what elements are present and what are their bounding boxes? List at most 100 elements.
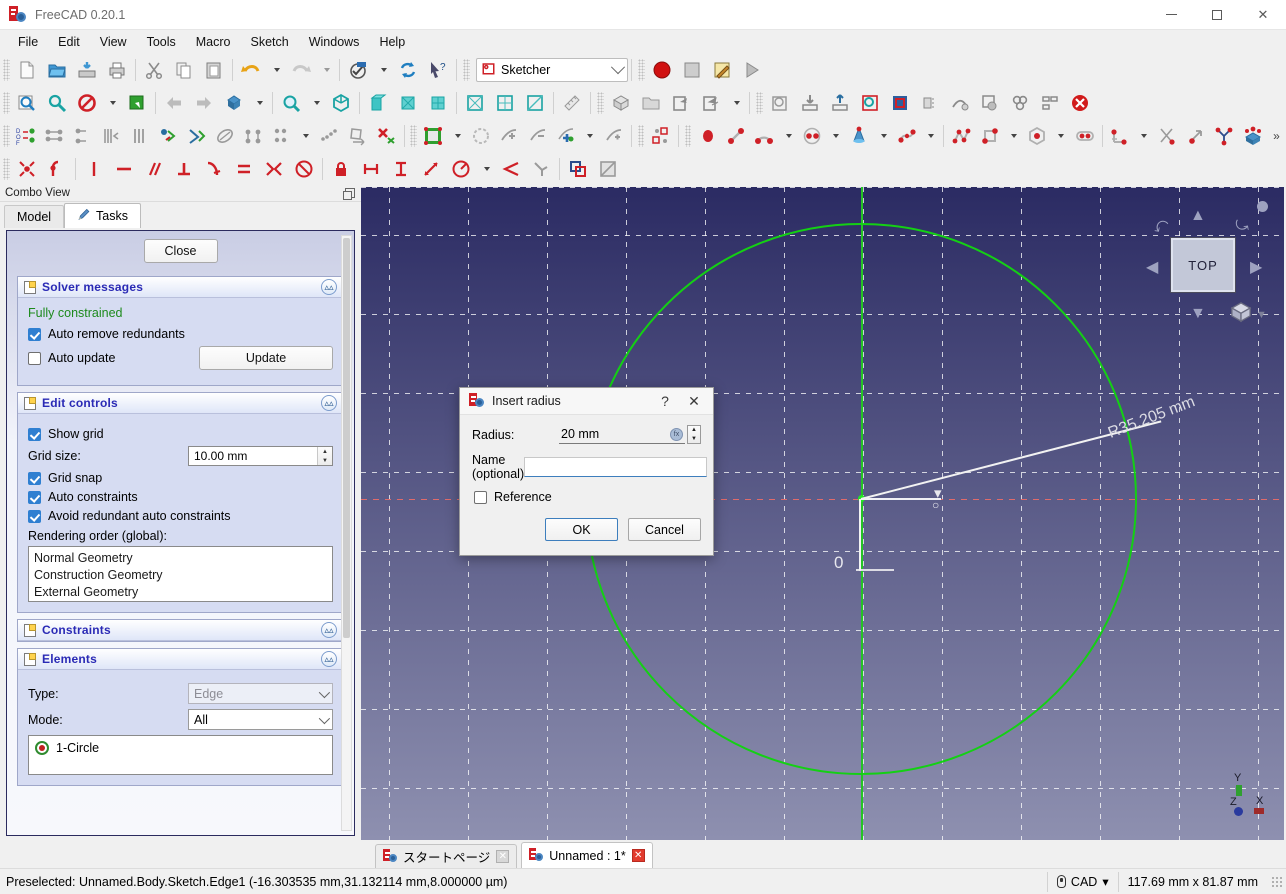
grid-snap-row[interactable]: Grid snap <box>28 471 333 485</box>
mirror-sketch-icon[interactable] <box>915 89 945 117</box>
create-polyline-icon[interactable] <box>947 122 975 150</box>
insert-radius-dialog[interactable]: Insert radius ? ✕ Radius: 20 mm fx ▲ ▼ Na… <box>459 387 714 556</box>
constrain-symmetric-icon[interactable] <box>259 155 289 183</box>
maximize-button[interactable] <box>1194 0 1240 30</box>
right-view-icon[interactable] <box>423 89 453 117</box>
solver-messages-header[interactable]: Solver messages ▵▵ <box>18 277 343 298</box>
menu-view[interactable]: View <box>90 32 137 52</box>
toolbar-grip[interactable] <box>638 58 645 81</box>
rectangular-array-icon[interactable] <box>315 122 343 150</box>
tasks-scrollbar[interactable] <box>341 235 352 831</box>
toolbar-grip[interactable] <box>463 58 470 81</box>
constrain-distance-y-icon[interactable] <box>386 155 416 183</box>
knot-dropdown[interactable] <box>580 122 599 150</box>
whats-this-button[interactable]: ? <box>423 56 453 84</box>
open-document-button[interactable] <box>42 56 72 84</box>
rectangle-dropdown[interactable] <box>1004 122 1023 150</box>
select-vertical-edges-icon[interactable] <box>69 122 97 150</box>
collapse-icon[interactable]: ▵▵ <box>321 279 337 295</box>
arc-dropdown[interactable] <box>779 122 798 150</box>
menu-file[interactable]: File <box>8 32 48 52</box>
back-arrow-icon[interactable] <box>159 89 189 117</box>
toolbar-grip[interactable] <box>3 124 10 147</box>
link-icon[interactable] <box>666 89 696 117</box>
front-view-icon[interactable] <box>363 89 393 117</box>
menu-tools[interactable]: Tools <box>137 32 186 52</box>
workbench-selector[interactable]: Sketcher <box>476 57 628 82</box>
expression-editor-icon[interactable]: fx <box>670 427 683 441</box>
link-dropdown[interactable] <box>726 89 746 117</box>
export-sketch-icon[interactable] <box>825 89 855 117</box>
help-button[interactable]: ? <box>651 389 679 414</box>
toolbar-grip[interactable] <box>597 91 604 114</box>
ok-button[interactable]: OK <box>545 518 618 541</box>
insert-knot-icon[interactable] <box>552 122 580 150</box>
increase-degree-icon[interactable] <box>599 122 627 150</box>
constrain-snell-icon[interactable] <box>526 155 556 183</box>
create-line-icon[interactable] <box>722 122 750 150</box>
auto-remove-redundants-row[interactable]: Auto remove redundants <box>28 327 333 341</box>
constrain-lock-icon[interactable] <box>326 155 356 183</box>
constrain-vertical-icon[interactable] <box>79 155 109 183</box>
fit-selection-icon[interactable] <box>42 89 72 117</box>
split-edge-icon[interactable] <box>1210 122 1238 150</box>
toolbar-grip[interactable] <box>3 91 10 114</box>
create-circle-icon[interactable] <box>798 122 826 150</box>
menu-edit[interactable]: Edit <box>48 32 90 52</box>
reference-checkbox[interactable] <box>474 490 487 504</box>
element-type-select[interactable]: Edge <box>188 683 333 704</box>
auto-constraints-row[interactable]: Auto constraints <box>28 490 333 504</box>
draw-style-icon[interactable] <box>72 89 102 117</box>
create-part-icon[interactable] <box>606 89 636 117</box>
create-sketch-icon[interactable] <box>765 89 795 117</box>
macro-execute-button[interactable] <box>737 56 767 84</box>
create-polygon-icon[interactable] <box>1023 122 1051 150</box>
grid-size-input[interactable]: 10.00 mm ▲ ▼ <box>188 446 333 466</box>
draw-style-dropdown[interactable] <box>102 89 122 117</box>
element-mode-select[interactable]: All <box>188 709 333 730</box>
tab-unnamed-document[interactable]: Unnamed : 1* ✕ <box>521 842 653 868</box>
create-fillet-icon[interactable] <box>1106 122 1134 150</box>
constrain-equal-icon[interactable] <box>229 155 259 183</box>
merge-sketch-icon[interactable] <box>885 89 915 117</box>
select-constraints-icon[interactable] <box>125 122 153 150</box>
constrain-tangent-icon[interactable] <box>199 155 229 183</box>
create-point-icon[interactable] <box>693 122 721 150</box>
constrain-angle-icon[interactable] <box>496 155 526 183</box>
clone-dropdown[interactable] <box>296 122 315 150</box>
new-document-button[interactable] <box>12 56 42 84</box>
list-item[interactable]: External Geometry <box>34 584 327 601</box>
constrain-point-on-object-icon[interactable] <box>42 155 72 183</box>
external-geometry-icon[interactable] <box>1239 122 1267 150</box>
zero-dimension-label[interactable]: 0 <box>834 553 843 573</box>
rear-view-icon[interactable] <box>460 89 490 117</box>
create-rectangle-icon[interactable] <box>975 122 1003 150</box>
toolbar-grip[interactable] <box>410 124 418 147</box>
constrain-block-icon[interactable] <box>289 155 319 183</box>
list-item[interactable]: Construction Geometry <box>34 567 327 584</box>
tab-tasks[interactable]: Tasks <box>64 203 141 228</box>
toolbar-grip[interactable] <box>3 58 10 81</box>
name-input[interactable] <box>524 457 708 477</box>
save-document-button[interactable] <box>72 56 102 84</box>
zoom-dropdown[interactable] <box>306 89 326 117</box>
close-window-button[interactable]: ✕ <box>1240 0 1286 30</box>
grid-size-stepper[interactable]: ▲ ▼ <box>317 447 332 465</box>
toolbar-grip[interactable] <box>3 157 10 180</box>
sketch-shapebinder-icon[interactable] <box>1005 89 1035 117</box>
radius-input[interactable]: 20 mm fx <box>559 425 685 444</box>
show-grid-checkbox[interactable] <box>28 427 41 441</box>
navcube-rotate-right[interactable]: ⤻ <box>1231 214 1254 237</box>
undo-button[interactable] <box>236 56 266 84</box>
collapse-icon[interactable]: ▵▵ <box>321 395 337 411</box>
menu-windows[interactable]: Windows <box>299 32 370 52</box>
elements-list[interactable]: 1-Circle <box>28 735 333 775</box>
toolbar-grip[interactable] <box>637 124 645 147</box>
top-view-icon[interactable] <box>393 89 423 117</box>
constrain-horizontal-icon[interactable] <box>109 155 139 183</box>
leave-sketch-icon[interactable] <box>1065 89 1095 117</box>
close-task-button[interactable]: Close <box>143 239 218 263</box>
forward-arrow-icon[interactable] <box>189 89 219 117</box>
float-dock-icon[interactable] <box>343 188 355 200</box>
bspline-dropdown[interactable] <box>921 122 940 150</box>
